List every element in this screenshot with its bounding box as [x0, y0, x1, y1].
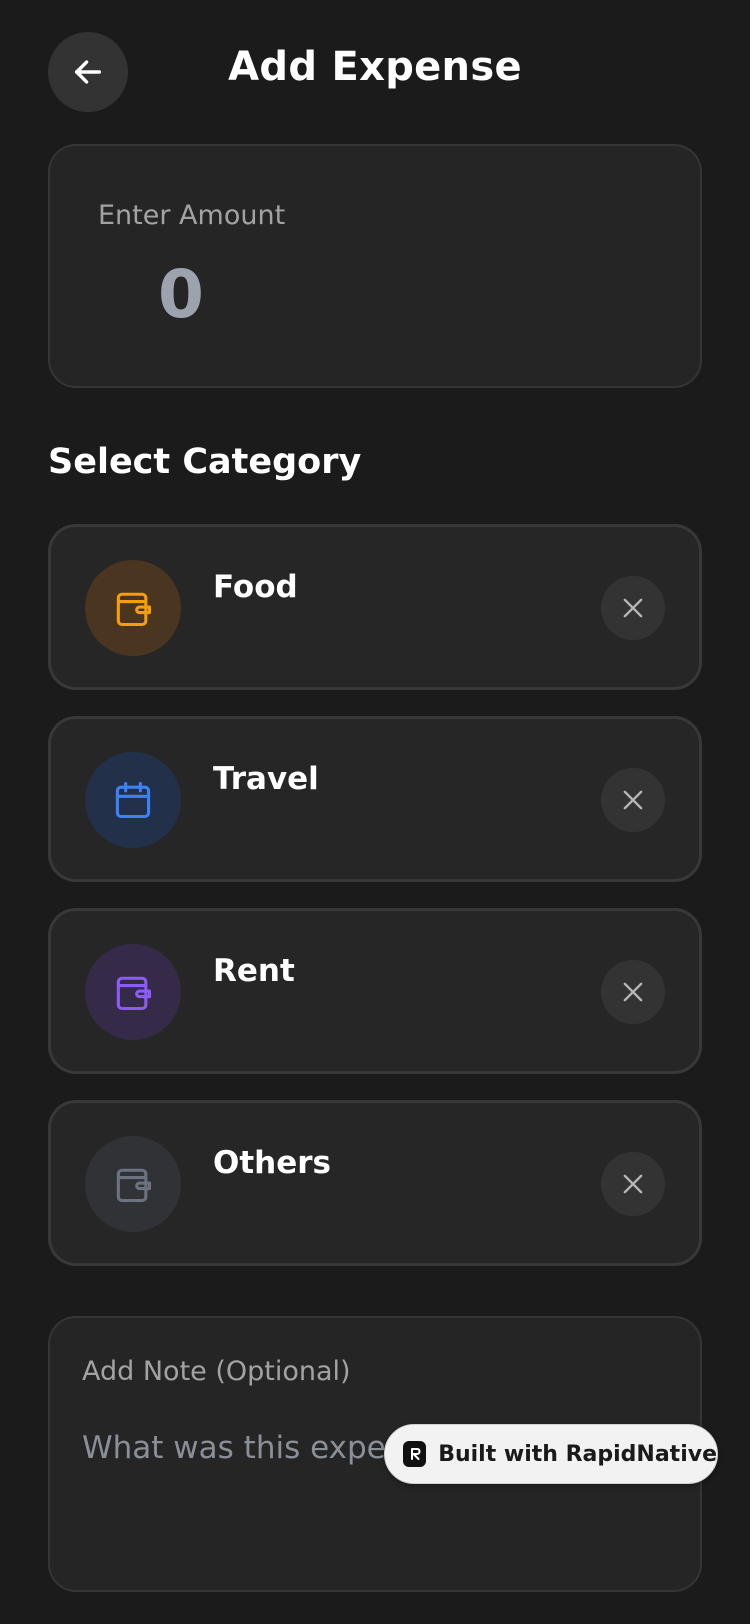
category-label: Others [213, 1145, 332, 1181]
badge-label: Built with RapidNative [438, 1441, 717, 1467]
category-item-food[interactable]: Food [48, 524, 702, 690]
select-category-heading: Select Category [48, 442, 362, 482]
remove-category-button[interactable] [601, 768, 665, 832]
amount-input[interactable]: 0 [158, 256, 204, 333]
add-expense-screen: Add Expense Enter Amount 0 Select Catego… [0, 0, 750, 1624]
note-label: Add Note (Optional) [82, 1356, 351, 1387]
category-label: Rent [213, 953, 295, 989]
close-icon [623, 982, 643, 1002]
category-icon-bg [85, 752, 181, 848]
category-icon-bg [85, 1136, 181, 1232]
category-item-travel[interactable]: Travel [48, 716, 702, 882]
category-label: Food [213, 569, 298, 605]
page-title: Add Expense [228, 44, 522, 90]
amount-card[interactable]: Enter Amount 0 [48, 144, 702, 388]
remove-category-button[interactable] [601, 960, 665, 1024]
category-item-others[interactable]: Others [48, 1100, 702, 1266]
rapidnative-logo-icon [403, 1441, 427, 1467]
amount-label: Enter Amount [98, 200, 286, 231]
wallet-icon [116, 592, 152, 627]
category-item-rent[interactable]: Rent [48, 908, 702, 1074]
category-icon-bg [85, 560, 181, 656]
category-icon-bg [85, 944, 181, 1040]
close-icon [623, 790, 643, 810]
built-with-badge[interactable]: Built with RapidNative [384, 1424, 718, 1484]
wallet-icon [116, 976, 152, 1011]
wallet-icon [116, 1168, 152, 1203]
calendar-icon [115, 781, 151, 819]
close-icon [623, 598, 643, 618]
close-icon [623, 1174, 643, 1194]
category-label: Travel [213, 761, 319, 797]
remove-category-button[interactable] [601, 576, 665, 640]
remove-category-button[interactable] [601, 1152, 665, 1216]
